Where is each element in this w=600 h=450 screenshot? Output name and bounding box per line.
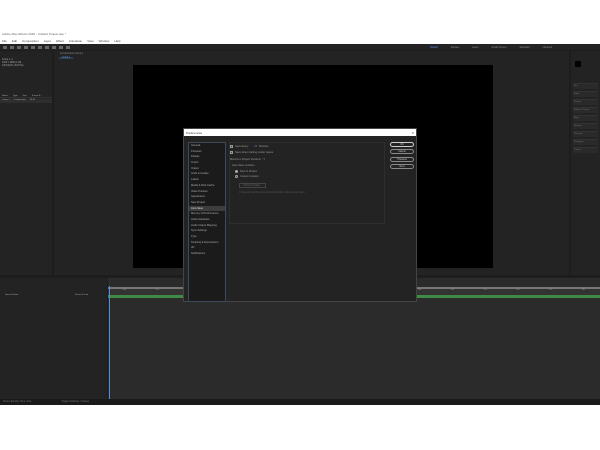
column-frame-rate[interactable]: Frame R...	[32, 95, 42, 97]
project-panel: Comp 1, ▾ 1920 x 1080 (1.00) 0;00;30;00,…	[0, 51, 52, 275]
menu-help[interactable]: Help	[114, 39, 120, 43]
category-list: General Previews Display Import Output G…	[188, 142, 226, 302]
column-size[interactable]: Size	[23, 95, 27, 97]
hand-tool-icon[interactable]	[17, 45, 21, 49]
source-name-header: Source Name	[5, 294, 19, 296]
dialog-title: Preferences	[186, 131, 203, 135]
save-on-render-label: Save when starting render queue	[235, 151, 274, 154]
playhead[interactable]	[109, 286, 110, 405]
close-icon[interactable]: ✕	[411, 131, 414, 135]
right-panel: Info Audio Preview Effects & Presets Ali…	[571, 51, 600, 275]
workspace-learn[interactable]: Learn	[472, 46, 478, 49]
save-every-checkbox[interactable]	[230, 145, 233, 148]
menu-edit[interactable]: Edit	[12, 39, 17, 43]
minutes-label: Minutes	[259, 145, 269, 148]
previous-button[interactable]: Previous	[390, 157, 414, 162]
panel-align[interactable]: Align	[573, 115, 598, 121]
minutes-value[interactable]: 20	[254, 145, 257, 148]
panel-character[interactable]: Character	[573, 131, 598, 137]
column-type[interactable]: Type	[13, 95, 18, 97]
tools-bar: Default Review Learn Small Screen Standa…	[0, 44, 600, 50]
project-item-name: Comp 1	[2, 99, 10, 101]
panel-libraries[interactable]: Libraries	[573, 123, 598, 129]
text-tool-icon[interactable]	[59, 45, 63, 49]
workspace-review[interactable]: Review	[451, 46, 459, 49]
workspace-standard[interactable]: Standard	[519, 46, 529, 49]
parent-header: Parent & Link	[75, 294, 89, 296]
panel-info[interactable]: Info	[573, 83, 598, 89]
dialog-titlebar: Preferences ✕	[184, 129, 416, 136]
selection-tool-icon[interactable]	[10, 45, 14, 49]
render-time: Frame Render Time: 0ms	[3, 400, 32, 403]
panel-paragraph[interactable]: Paragraph	[573, 139, 598, 145]
category-notifications[interactable]: Notifications	[189, 251, 225, 257]
camera-tool-icon[interactable]	[38, 45, 42, 49]
custom-location-label: Custom location	[240, 175, 259, 178]
max-versions-value[interactable]: 5	[263, 158, 264, 161]
status-bar: Frame Render Time: 0ms Toggle Switches /…	[0, 399, 600, 405]
comp-info-duration: 0;00;30;00, 29.97 fps	[2, 65, 24, 67]
workspace-small-screen[interactable]: Small Screen	[492, 46, 507, 49]
toggle-switches-modes[interactable]: Toggle Switches / Modes	[61, 400, 89, 404]
save-every-label: Save Every	[235, 145, 249, 148]
project-item[interactable]: Comp 1 Composition 29.97	[0, 99, 52, 103]
workspace-switcher: Default Review Learn Small Screen Standa…	[430, 44, 552, 49]
ok-button[interactable]: OK	[390, 142, 414, 147]
panel-preview[interactable]: Preview	[573, 99, 598, 105]
custom-location-radio[interactable]	[235, 175, 238, 178]
menu-window[interactable]: Window	[99, 39, 110, 43]
location-label: Auto-Save Location	[232, 164, 255, 167]
save-on-render-checkbox[interactable]	[230, 151, 233, 154]
project-item-type: Composition	[13, 99, 26, 101]
pen-tool-icon[interactable]	[52, 45, 56, 49]
column-name[interactable]: Name	[2, 95, 8, 97]
choose-folder-button[interactable]: Choose Folder...	[243, 184, 262, 187]
panel-audio[interactable]: Audio	[573, 91, 598, 97]
rotate-tool-icon[interactable]	[31, 45, 35, 49]
cancel-button[interactable]: Cancel	[390, 149, 414, 154]
menu-layer[interactable]: Layer	[44, 39, 52, 43]
next-button[interactable]: Next	[390, 164, 414, 169]
max-versions-label: Maximum Project Versions:	[230, 158, 262, 161]
shape-tool-icon[interactable]	[45, 45, 49, 49]
home-icon[interactable]	[3, 45, 7, 49]
next-to-project-radio[interactable]	[235, 170, 238, 173]
preferences-dialog: Preferences ✕ General Previews Display I…	[183, 128, 417, 302]
panel-tracker[interactable]: Tracker	[573, 147, 598, 153]
next-to-project-label: Next to Project	[240, 170, 258, 173]
comp-subtab[interactable]: Comp 1	[59, 57, 74, 59]
menu-view[interactable]: View	[87, 39, 93, 43]
menu-effect[interactable]: Effect	[56, 39, 64, 43]
auto-save-path: C:\Users\User\Documents\Adobe\After Effe…	[239, 191, 305, 194]
menu-animation[interactable]: Animation	[69, 39, 82, 43]
panel-effects[interactable]: Effects & Presets	[573, 107, 598, 113]
timeline-layers: Source Name Parent & Link	[0, 278, 107, 405]
menu-composition[interactable]: Composition	[22, 39, 39, 43]
workspace-libraries[interactable]: Libraries	[543, 46, 553, 49]
zoom-tool-icon[interactable]	[24, 45, 28, 49]
project-item-rate: 29.97	[29, 99, 36, 101]
composition-tab[interactable]: Composition Comp 1	[60, 52, 83, 55]
menu-file[interactable]: File	[2, 39, 7, 43]
workspace-default[interactable]: Default	[430, 46, 438, 49]
color-swatch	[575, 61, 581, 67]
brush-tool-icon[interactable]	[66, 45, 70, 49]
window-title: Adobe After Effects 2020 - Untitled Proj…	[0, 30, 600, 38]
